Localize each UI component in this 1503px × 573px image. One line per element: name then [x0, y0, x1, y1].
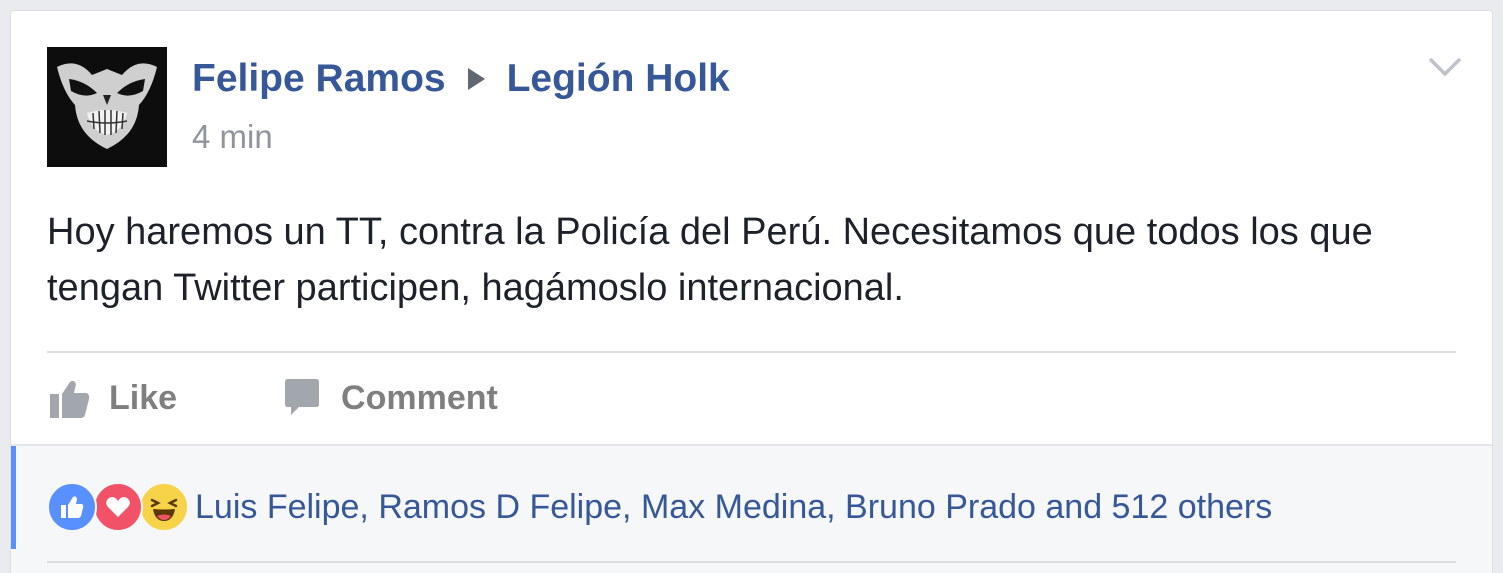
- author-avatar[interactable]: [47, 47, 167, 167]
- divider: [47, 561, 1456, 563]
- reaction-icons: [47, 482, 189, 532]
- skull-mask-avatar: [47, 47, 167, 167]
- arrow-right-icon: [467, 68, 485, 90]
- thumbs-up-icon: [50, 380, 90, 418]
- like-reaction-icon[interactable]: [47, 482, 97, 532]
- thumbs-up-icon: [61, 496, 84, 518]
- comment-label: Comment: [341, 378, 498, 417]
- like-button[interactable]: Like: [47, 376, 177, 420]
- love-reaction-icon[interactable]: [93, 482, 143, 532]
- post-timestamp[interactable]: 4 min: [192, 118, 273, 156]
- heart-icon: [106, 497, 130, 517]
- reactions-section: Luis Felipe, Ramos D Felipe, Max Medina,…: [11, 444, 1492, 573]
- post-header: Felipe Ramos Legión Holk: [192, 57, 730, 101]
- chevron-down-icon: [1429, 58, 1461, 76]
- laughing-face-icon: [150, 498, 178, 521]
- accent-bar: [11, 446, 16, 549]
- reactions-summary[interactable]: Luis Felipe, Ramos D Felipe, Max Medina,…: [47, 482, 1272, 532]
- group-name-link[interactable]: Legión Holk: [507, 57, 730, 101]
- like-label: Like: [109, 378, 178, 417]
- post-card: Felipe Ramos Legión Holk 4 min Hoy harem…: [10, 10, 1493, 573]
- author-name-link[interactable]: Felipe Ramos: [192, 57, 446, 101]
- comment-bubble-icon: [285, 379, 320, 415]
- divider: [47, 351, 1456, 353]
- comment-button[interactable]: Comment: [281, 378, 498, 418]
- post-body-text: Hoy haremos un TT, contra la Policía del…: [47, 211, 1373, 309]
- post-actions: Like Comment: [47, 373, 602, 423]
- haha-reaction-icon[interactable]: [139, 482, 189, 532]
- reaction-names-link[interactable]: Luis Felipe, Ramos D Felipe, Max Medina,…: [195, 488, 1272, 527]
- post-options-button[interactable]: [1428, 55, 1462, 79]
